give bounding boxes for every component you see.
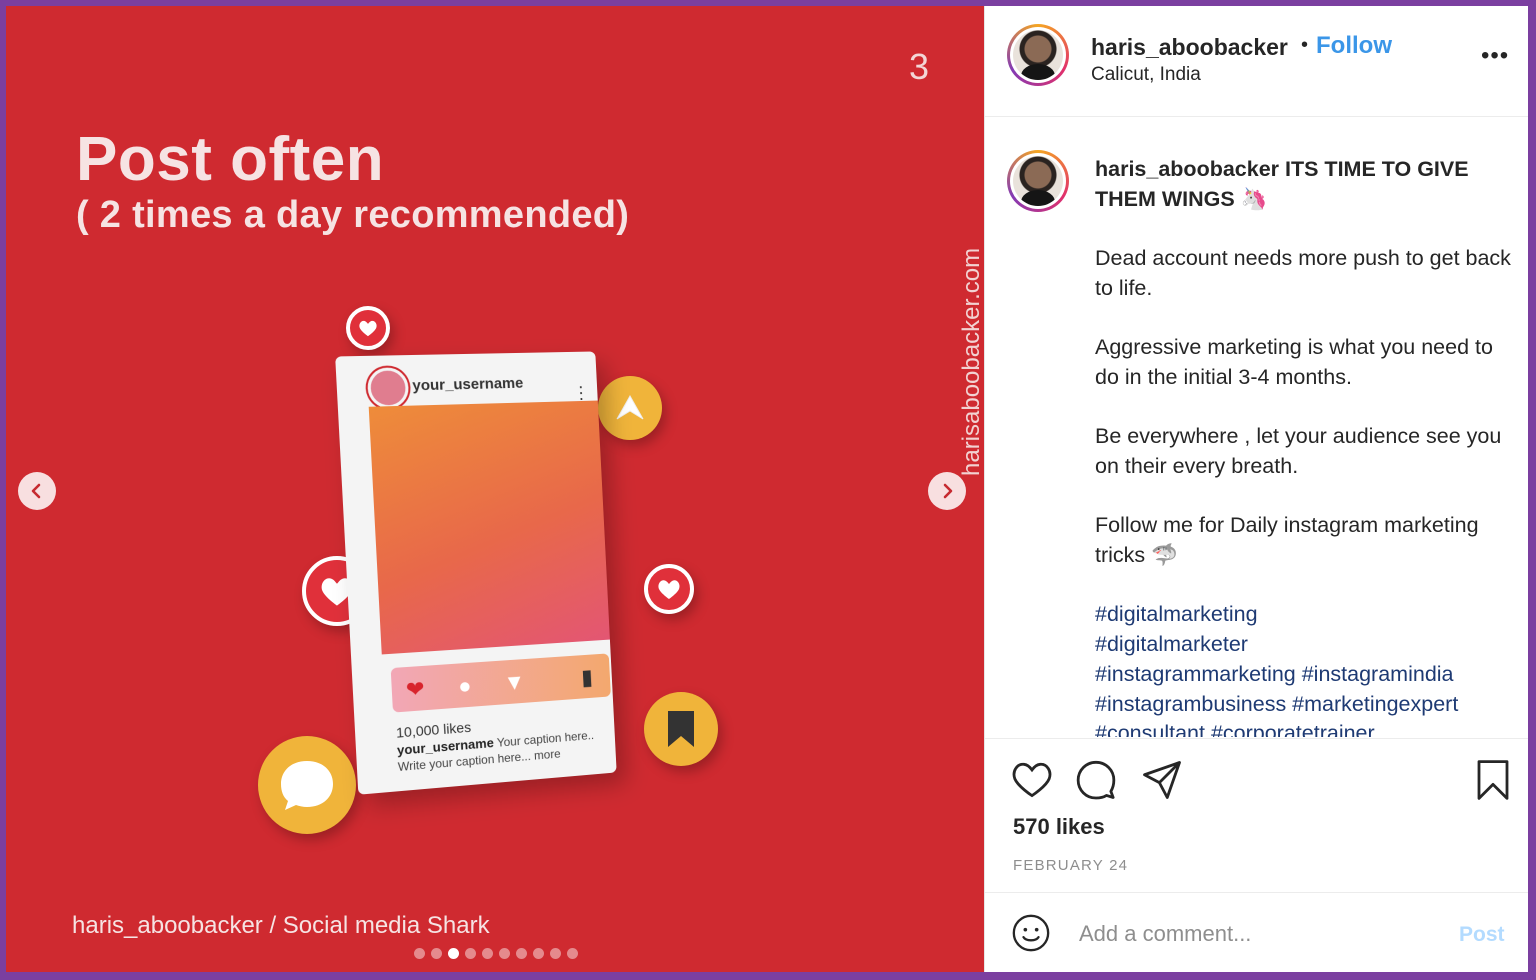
caption-author-avatar[interactable] (1007, 150, 1069, 212)
slide-number: 3 (909, 46, 930, 87)
more-options-icon[interactable]: ••• (1481, 42, 1509, 70)
likes-count[interactable]: 570 likes (1013, 814, 1105, 840)
bookmark-icon (1477, 760, 1509, 800)
mockup-comment-icon: ● (457, 672, 473, 699)
next-slide-button[interactable] (928, 472, 966, 510)
mockup-heart-icon: ❤ (405, 675, 426, 703)
carousel-dot (448, 948, 459, 959)
post-mockup-illustration: your_username · · · ❤ ● ▼ ▮ 10,000 likes y… (335, 351, 617, 795)
post-dialog: 3 Post often ( 2 times a day recommended… (6, 6, 1528, 972)
mockup-avatar (366, 367, 410, 409)
heart-badge-icon (644, 564, 694, 614)
mockup-more-icon: · · · (577, 376, 585, 408)
chevron-right-icon (943, 483, 953, 499)
comment-input[interactable] (1077, 915, 1441, 953)
carousel-dot (414, 948, 425, 959)
caption-paragraph: Follow me for Daily instagram marketing … (1095, 513, 1479, 568)
post-location[interactable]: Calicut, India (1091, 64, 1201, 86)
slide-headline: Post often (76, 125, 385, 194)
save-button[interactable] (1475, 759, 1511, 806)
carousel-dot (431, 948, 442, 959)
avatar-photo (1013, 30, 1063, 80)
slide-subheadline: ( 2 times a day recommended) (76, 194, 630, 236)
post-media[interactable]: 3 Post often ( 2 times a day recommended… (6, 6, 984, 972)
carousel-dot (567, 948, 578, 959)
caption-paragraph: Be everywhere , let your audience see yo… (1095, 424, 1502, 478)
carousel-dot (533, 948, 544, 959)
post-date[interactable]: FEBRUARY 24 (1013, 857, 1128, 874)
carousel-dot (550, 948, 561, 959)
author-avatar[interactable] (1007, 24, 1069, 86)
carousel-dot (516, 948, 527, 959)
previous-slide-button[interactable] (18, 472, 56, 510)
post-header: haris_aboobacker • Follow Calicut, India… (985, 6, 1528, 117)
carousel-dot (465, 948, 476, 959)
post-side-panel: haris_aboobacker • Follow Calicut, India… (984, 6, 1528, 972)
caption-paragraph: Dead account needs more push to get back… (1095, 246, 1511, 300)
avatar-photo (1013, 156, 1063, 206)
caption-hashtags[interactable]: #digitalmarketing #digitalmarketer #inst… (1095, 600, 1515, 737)
mockup-send-icon: ▼ (503, 669, 526, 696)
comment-badge-icon (258, 736, 356, 834)
carousel-indicators (414, 948, 578, 959)
comment-button[interactable] (1075, 759, 1117, 806)
follow-button[interactable]: Follow (1316, 32, 1392, 60)
mockup-action-bar: ❤ ● ▼ ▮ (390, 653, 611, 713)
chevron-left-icon (31, 483, 41, 499)
post-caption: haris_aboobacker ITS TIME TO GIVE THEM W… (1095, 155, 1515, 737)
slide-vertical-website: harisaboobacker.com (958, 247, 984, 476)
send-icon (1143, 761, 1181, 799)
send-badge-icon (598, 376, 662, 440)
post-actions: 570 likes FEBRUARY 24 (985, 738, 1528, 893)
bookmark-badge-icon (644, 692, 718, 766)
caption-paragraph: Aggressive marketing is what you need to… (1095, 335, 1493, 389)
comments-section[interactable]: haris_aboobacker ITS TIME TO GIVE THEM W… (985, 117, 1528, 737)
header-separator: • (1301, 34, 1309, 56)
add-comment-bar: Post (985, 892, 1528, 972)
carousel-dot (482, 948, 493, 959)
caption-username[interactable]: haris_aboobacker (1095, 157, 1279, 181)
carousel-dot (499, 948, 510, 959)
author-username[interactable]: haris_aboobacker (1091, 34, 1288, 61)
post-comment-button[interactable]: Post (1459, 923, 1505, 947)
heart-badge-icon (346, 306, 390, 350)
emoji-icon[interactable] (1011, 913, 1051, 953)
mockup-photo (368, 400, 610, 655)
heart-icon (1012, 762, 1052, 798)
mockup-bookmark-icon: ▮ (580, 664, 594, 690)
mockup-username: your_username (411, 374, 524, 395)
share-button[interactable] (1141, 759, 1183, 806)
like-button[interactable] (1011, 759, 1053, 804)
comment-icon (1076, 760, 1116, 800)
slide-credit: haris_aboobacker / Social media Shark (72, 912, 490, 939)
